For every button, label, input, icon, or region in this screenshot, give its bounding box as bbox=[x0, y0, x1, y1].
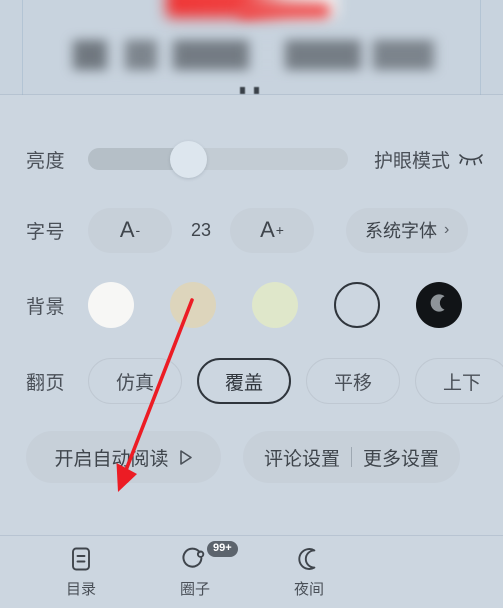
blurred-heading-graphic-secondary bbox=[238, 4, 330, 18]
reader-settings-panel: 亮度 护眼模式 字号 A- 23 A + 系统字体 › 背景 翻页 仿真 覆盖 … bbox=[0, 95, 503, 535]
font-decrease-sup: - bbox=[135, 222, 141, 238]
page-turn-option-slide[interactable]: 平移 bbox=[306, 358, 400, 404]
comment-settings-button[interactable]: 评论设置 bbox=[264, 444, 340, 471]
font-increase-glyph: A bbox=[260, 217, 275, 242]
background-swatch-beige[interactable] bbox=[170, 282, 216, 328]
page-turn-option-cover[interactable]: 覆盖 bbox=[197, 358, 291, 404]
background-swatch-green[interactable] bbox=[252, 282, 298, 328]
font-size-label: 字号 bbox=[26, 221, 66, 243]
bottom-navigation-bar: 目录 99+ 圈子 夜间 bbox=[0, 535, 503, 608]
background-label: 背景 bbox=[26, 296, 66, 318]
system-font-label: 系统字体 bbox=[365, 221, 437, 241]
moon-icon bbox=[296, 545, 322, 573]
eyecare-mode-label: 护眼模式 bbox=[374, 150, 451, 172]
nav-item-night[interactable]: 夜间 bbox=[252, 545, 366, 599]
circle-dot-icon: 99+ bbox=[181, 541, 238, 573]
page-turn-option-vertical[interactable]: 上下 bbox=[415, 358, 503, 404]
background-swatch-night[interactable] bbox=[416, 282, 462, 328]
brightness-row: 亮度 护眼模式 bbox=[0, 127, 503, 191]
circle-unread-badge: 99+ bbox=[207, 541, 238, 557]
nav-item-catalog[interactable]: 目录 bbox=[24, 545, 138, 599]
closed-eye-icon bbox=[458, 152, 484, 166]
brightness-label: 亮度 bbox=[26, 150, 66, 172]
page-turn-row: 翻页 仿真 覆盖 平移 上下 bbox=[0, 353, 503, 409]
slider-thumb[interactable] bbox=[170, 141, 207, 178]
font-size-row: 字号 A- 23 A + 系统字体 › bbox=[0, 203, 503, 257]
eyecare-mode-button[interactable]: 护眼模式 bbox=[374, 146, 484, 173]
nav-label-night: 夜间 bbox=[293, 581, 324, 598]
chevron-right-icon: › bbox=[444, 221, 450, 238]
font-size-decrease-button[interactable]: A- bbox=[88, 207, 172, 253]
brightness-slider[interactable] bbox=[88, 141, 348, 178]
nav-label-catalog: 目录 bbox=[65, 581, 96, 598]
background-swatch-group bbox=[88, 282, 462, 328]
auto-read-button[interactable]: 开启自动阅读 bbox=[26, 431, 221, 483]
page-edge-right bbox=[480, 0, 481, 95]
system-font-button[interactable]: 系统字体 › bbox=[346, 207, 469, 253]
reader-content-preview bbox=[0, 0, 503, 95]
font-size-value: 23 bbox=[190, 219, 212, 240]
background-row: 背景 bbox=[0, 275, 503, 335]
nav-label-circle: 圈子 bbox=[179, 581, 210, 598]
page-edge-left bbox=[22, 0, 23, 95]
page-indicator-dot bbox=[240, 87, 245, 94]
moon-filled-icon bbox=[427, 291, 451, 320]
page-turn-option-simulate[interactable]: 仿真 bbox=[88, 358, 182, 404]
auto-read-label: 开启自动阅读 bbox=[54, 448, 169, 470]
background-swatch-selected-outline[interactable] bbox=[334, 282, 380, 328]
font-decrease-glyph: A bbox=[119, 217, 135, 242]
document-list-icon bbox=[68, 545, 94, 573]
nav-item-circle[interactable]: 99+ 圈子 bbox=[138, 541, 252, 599]
page-turn-label: 翻页 bbox=[26, 372, 66, 394]
actions-row: 开启自动阅读 评论设置 更多设置 bbox=[0, 427, 503, 487]
font-increase-sup: + bbox=[275, 222, 284, 238]
settings-group-button: 评论设置 更多设置 bbox=[243, 431, 460, 483]
font-size-increase-button[interactable]: A + bbox=[230, 207, 314, 253]
background-swatch-white[interactable] bbox=[88, 282, 134, 328]
more-settings-button[interactable]: 更多设置 bbox=[363, 444, 439, 471]
play-icon bbox=[178, 449, 193, 466]
blurred-text-line bbox=[70, 40, 438, 70]
page-indicator-dot bbox=[254, 87, 259, 94]
settings-divider bbox=[351, 447, 352, 467]
